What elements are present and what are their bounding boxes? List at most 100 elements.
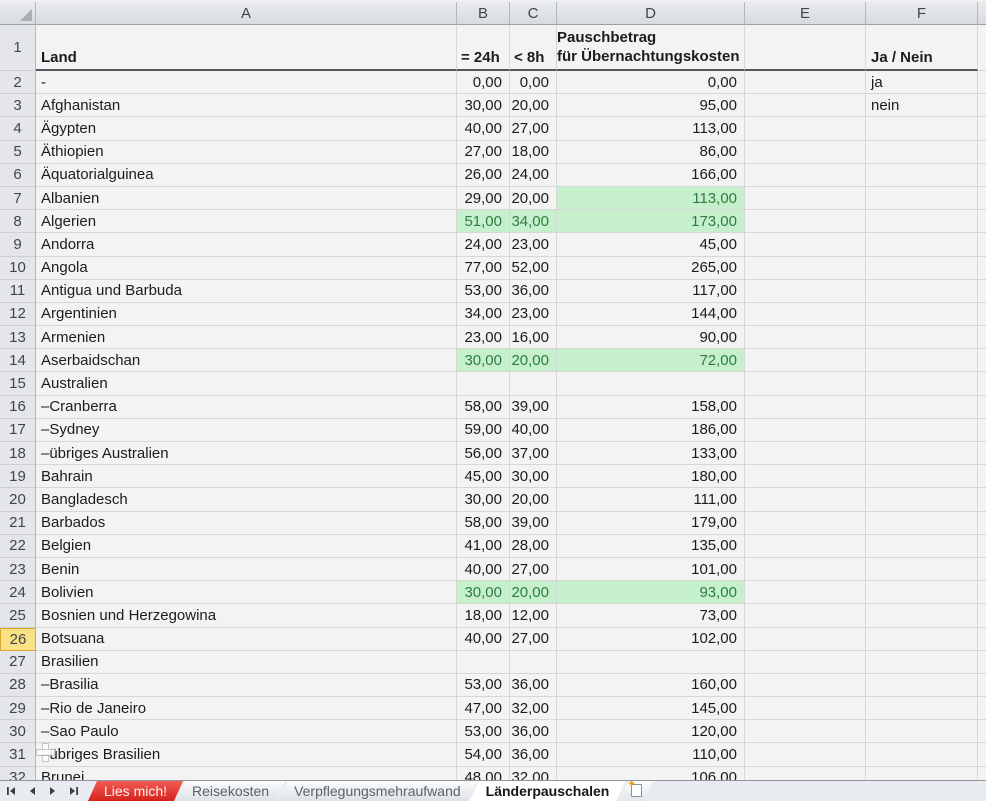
cell-c29[interactable]: 32,00: [510, 697, 557, 720]
cell-d24[interactable]: 93,00: [557, 581, 745, 604]
cell-b17[interactable]: 59,00: [457, 419, 510, 442]
row-header-11[interactable]: 11: [0, 280, 36, 303]
cell-d10[interactable]: 265,00: [557, 257, 745, 280]
cell-d25[interactable]: 73,00: [557, 604, 745, 627]
cell-d2[interactable]: 0,00: [557, 71, 745, 94]
cell-f17[interactable]: [866, 419, 978, 442]
cell-c16[interactable]: 39,00: [510, 396, 557, 419]
column-header-b[interactable]: B: [457, 2, 510, 25]
cell-f31[interactable]: [866, 743, 978, 766]
cell-f21[interactable]: [866, 512, 978, 535]
cell-b28[interactable]: 53,00: [457, 674, 510, 697]
cell-f18[interactable]: [866, 442, 978, 465]
cell-f23[interactable]: [866, 558, 978, 581]
tab-scroll-next-button[interactable]: [42, 781, 63, 801]
cell-c14[interactable]: 20,00: [510, 349, 557, 372]
cell-d5[interactable]: 86,00: [557, 141, 745, 164]
cell-d3[interactable]: 95,00: [557, 94, 745, 117]
cell-f24[interactable]: [866, 581, 978, 604]
cell-b10[interactable]: 77,00: [457, 257, 510, 280]
cell-a13[interactable]: Armenien: [36, 326, 457, 349]
cell-d20[interactable]: 111,00: [557, 488, 745, 511]
cell-d6[interactable]: 166,00: [557, 164, 745, 187]
cell-b26[interactable]: 40,00: [457, 628, 510, 651]
cell-e6[interactable]: [745, 164, 866, 187]
cell-a15[interactable]: Australien: [36, 372, 457, 395]
row-header-15[interactable]: 15: [0, 372, 36, 395]
cell-c10[interactable]: 52,00: [510, 257, 557, 280]
cell-f32[interactable]: [866, 767, 978, 780]
cell-f14[interactable]: [866, 349, 978, 372]
cell-a22[interactable]: Belgien: [36, 535, 457, 558]
cell-e30[interactable]: [745, 720, 866, 743]
cell-b31[interactable]: 54,00: [457, 743, 510, 766]
cell-f25[interactable]: [866, 604, 978, 627]
cell-b4[interactable]: 40,00: [457, 117, 510, 140]
cell-f4[interactable]: [866, 117, 978, 140]
cell-f2[interactable]: ja: [866, 71, 978, 94]
tab-scroll-last-button[interactable]: [63, 781, 84, 801]
cell-a9[interactable]: Andorra: [36, 233, 457, 256]
cell-e1[interactable]: [745, 25, 866, 71]
cell-a1-land-header[interactable]: Land: [36, 25, 457, 71]
row-header-30[interactable]: 30: [0, 720, 36, 743]
cell-f13[interactable]: [866, 326, 978, 349]
sheet-tab-länderpauschalen[interactable]: Länderpauschalen: [470, 781, 626, 801]
cell-a14[interactable]: Aserbaidschan: [36, 349, 457, 372]
row-header-21[interactable]: 21: [0, 512, 36, 535]
cell-d11[interactable]: 117,00: [557, 280, 745, 303]
cell-c23[interactable]: 27,00: [510, 558, 557, 581]
cell-a17[interactable]: –Sydney: [36, 419, 457, 442]
cell-d28[interactable]: 160,00: [557, 674, 745, 697]
row-header-16[interactable]: 16: [0, 396, 36, 419]
cell-f8[interactable]: [866, 210, 978, 233]
cell-d14[interactable]: 72,00: [557, 349, 745, 372]
cell-a4[interactable]: Ägypten: [36, 117, 457, 140]
cell-a31[interactable]: –übriges Brasilien: [36, 743, 457, 766]
cell-f11[interactable]: [866, 280, 978, 303]
cell-e14[interactable]: [745, 349, 866, 372]
cell-b16[interactable]: 58,00: [457, 396, 510, 419]
cell-e20[interactable]: [745, 488, 866, 511]
row-header-10[interactable]: 10: [0, 257, 36, 280]
cell-f5[interactable]: [866, 141, 978, 164]
cell-e10[interactable]: [745, 257, 866, 280]
cell-f3[interactable]: nein: [866, 94, 978, 117]
cell-c28[interactable]: 36,00: [510, 674, 557, 697]
cell-a20[interactable]: Bangladesch: [36, 488, 457, 511]
cell-d9[interactable]: 45,00: [557, 233, 745, 256]
cell-c9[interactable]: 23,00: [510, 233, 557, 256]
cell-a6[interactable]: Äquatorialguinea: [36, 164, 457, 187]
cell-b6[interactable]: 26,00: [457, 164, 510, 187]
cell-f12[interactable]: [866, 303, 978, 326]
row-header-29[interactable]: 29: [0, 697, 36, 720]
row-header-24[interactable]: 24: [0, 581, 36, 604]
cell-b24[interactable]: 30,00: [457, 581, 510, 604]
cell-f30[interactable]: [866, 720, 978, 743]
cell-e32[interactable]: [745, 767, 866, 780]
cell-e13[interactable]: [745, 326, 866, 349]
cell-b20[interactable]: 30,00: [457, 488, 510, 511]
row-header-23[interactable]: 23: [0, 558, 36, 581]
cell-d4[interactable]: 113,00: [557, 117, 745, 140]
sheet-tab-lies-mich-[interactable]: Lies mich!: [88, 781, 183, 801]
cell-b25[interactable]: 18,00: [457, 604, 510, 627]
cell-d23[interactable]: 101,00: [557, 558, 745, 581]
row-header-12[interactable]: 12: [0, 303, 36, 326]
row-header-19[interactable]: 19: [0, 465, 36, 488]
cell-e27[interactable]: [745, 651, 866, 674]
cell-a2[interactable]: -: [36, 71, 457, 94]
cell-a11[interactable]: Antigua und Barbuda: [36, 280, 457, 303]
cell-d21[interactable]: 179,00: [557, 512, 745, 535]
cell-f22[interactable]: [866, 535, 978, 558]
cell-b21[interactable]: 58,00: [457, 512, 510, 535]
cell-e28[interactable]: [745, 674, 866, 697]
cell-e24[interactable]: [745, 581, 866, 604]
cell-e29[interactable]: [745, 697, 866, 720]
cell-a19[interactable]: Bahrain: [36, 465, 457, 488]
cell-e21[interactable]: [745, 512, 866, 535]
row-header-17[interactable]: 17: [0, 419, 36, 442]
cell-a25[interactable]: Bosnien und Herzegowina: [36, 604, 457, 627]
cell-f28[interactable]: [866, 674, 978, 697]
row-header-22[interactable]: 22: [0, 535, 36, 558]
